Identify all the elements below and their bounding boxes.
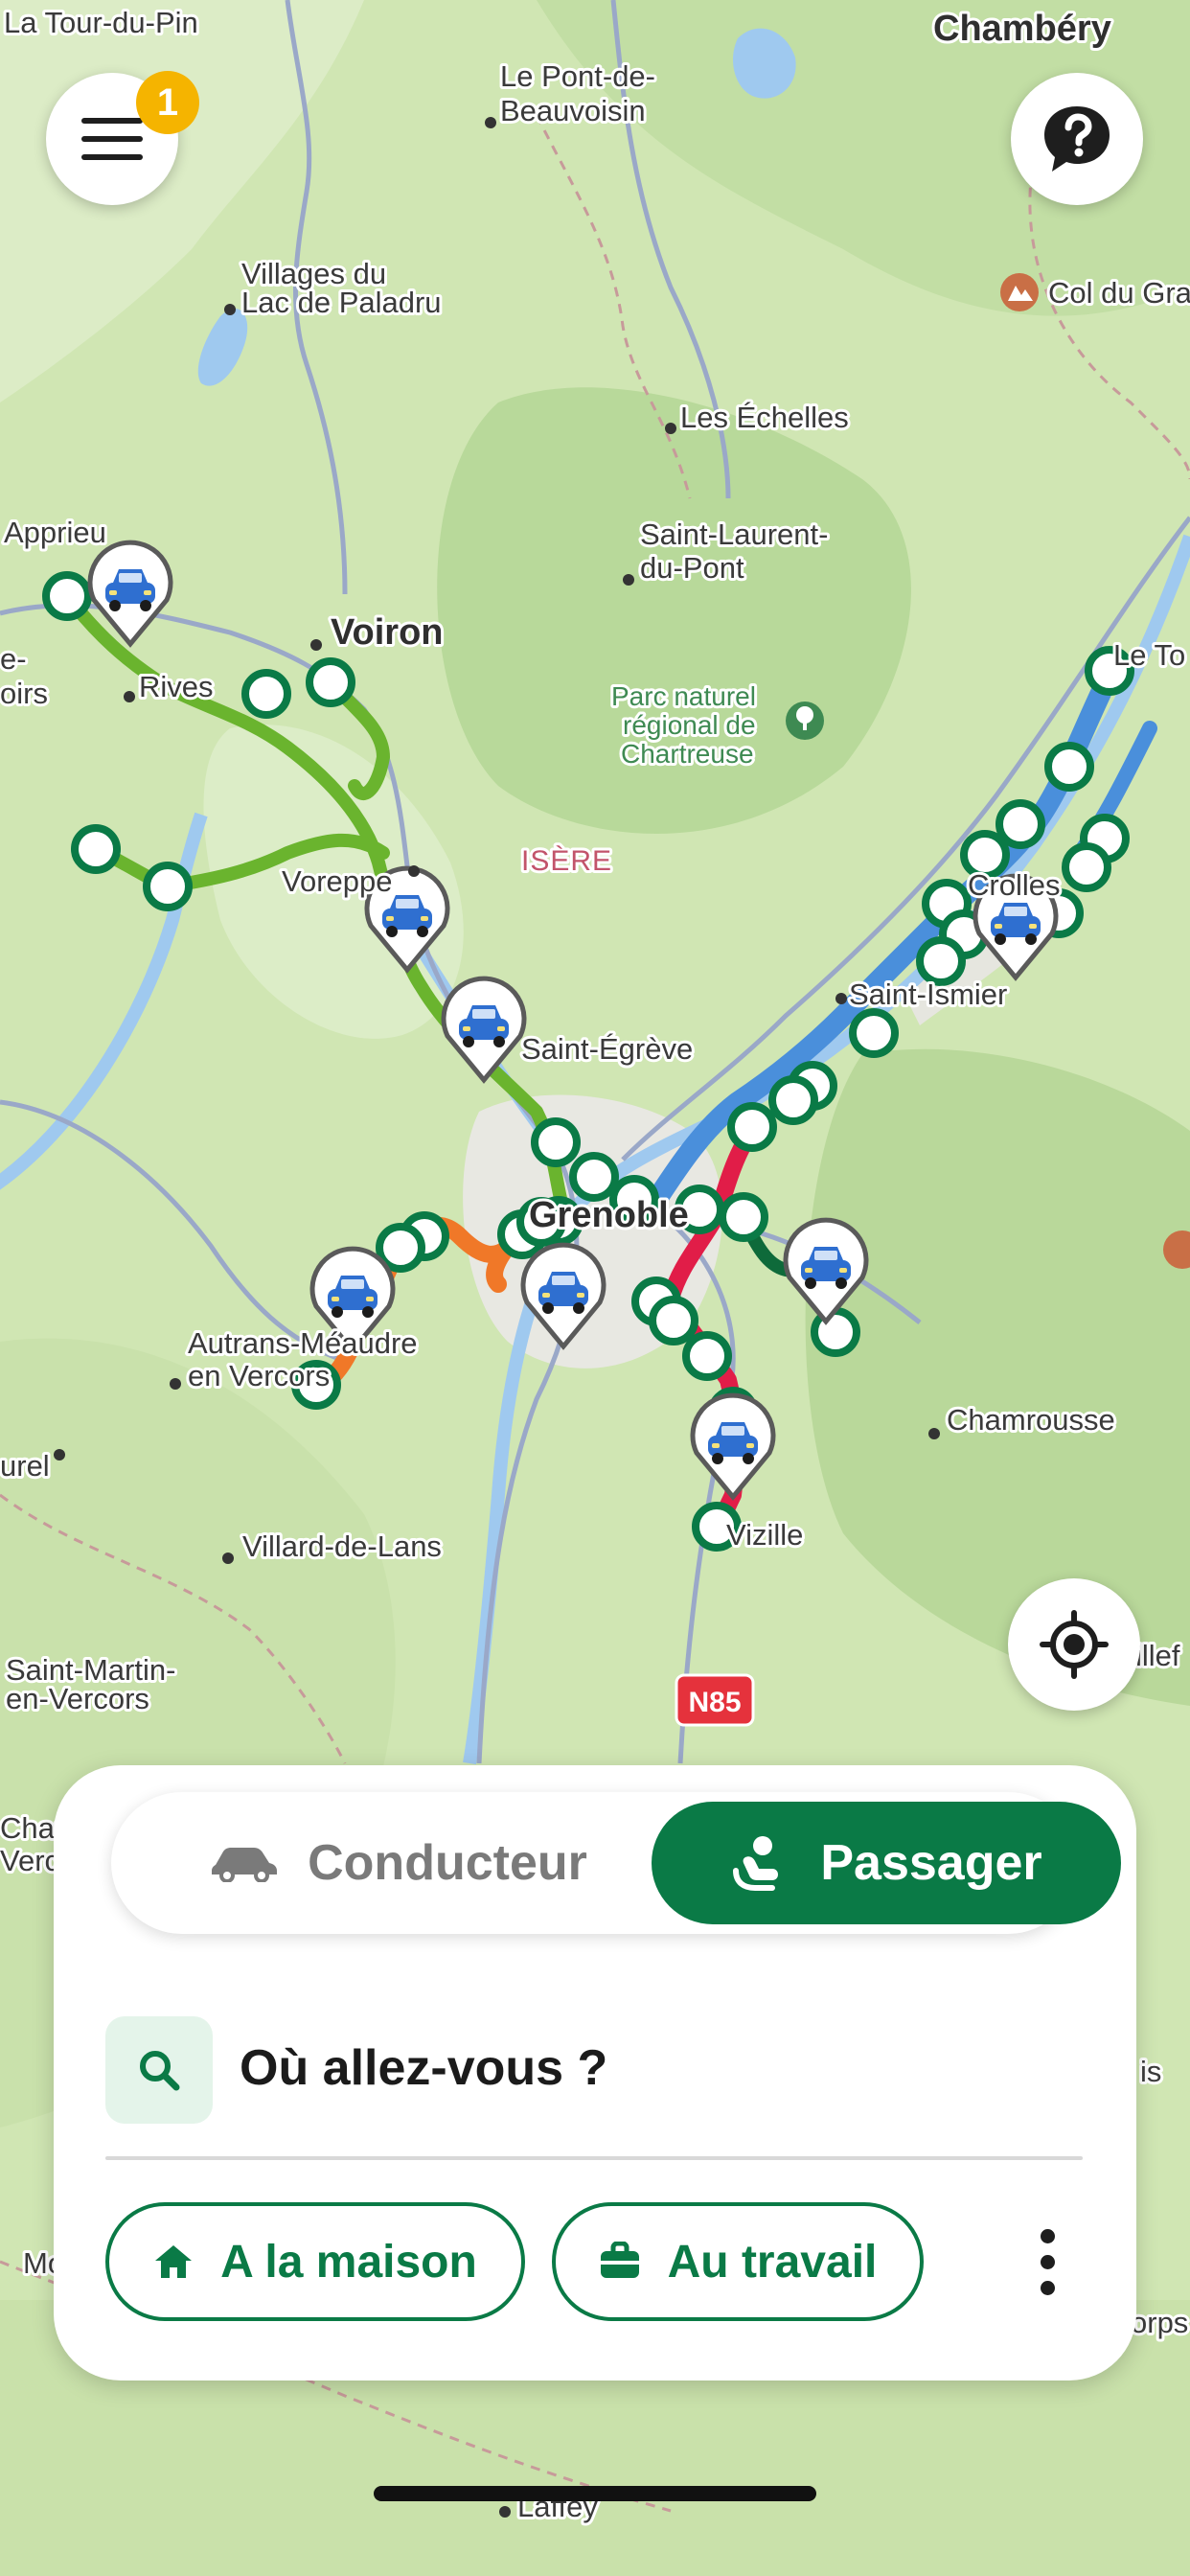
map-label: e- (0, 642, 27, 676)
stop-marker[interactable] (719, 1192, 768, 1242)
map-label: Col du Gra (1048, 276, 1190, 310)
more-dots-icon (1040, 2228, 1055, 2243)
road-shield-n85: N85 (675, 1673, 755, 1727)
search-icon-box (105, 2016, 213, 2124)
briefcase-icon (600, 2242, 639, 2278)
map-label: Verc (0, 1844, 59, 1877)
mode-toggle: Conducteur Passager (111, 1792, 1121, 1934)
passenger-seat-icon (733, 1836, 779, 1891)
map-label: Vizille (726, 1518, 803, 1552)
map-label: Autrans-Méaudre (188, 1326, 418, 1360)
stop-marker[interactable] (42, 571, 92, 621)
stop-marker[interactable] (649, 1296, 698, 1346)
map-label: Voiron (331, 612, 444, 653)
mode-passenger-label: Passager (820, 1835, 1042, 1891)
map-label: Rives (139, 670, 214, 703)
map-label: La Tour-du-Pin (4, 6, 198, 39)
stop-marker[interactable] (768, 1075, 818, 1125)
road-shield-label: N85 (688, 1687, 741, 1718)
map-label: Saint-Ismier (849, 978, 1007, 1011)
stop-marker[interactable] (682, 1331, 732, 1381)
mode-passenger-tab[interactable]: Passager (652, 1802, 1121, 1924)
stop-marker[interactable] (531, 1117, 581, 1167)
map-label: Les Échelles (680, 401, 849, 434)
crosshair-location-icon (1040, 1610, 1109, 1679)
more-dots-icon (1040, 2254, 1055, 2269)
map-label: Chambéry (933, 9, 1111, 49)
map-label: en Vercors (188, 1359, 330, 1392)
car-icon (212, 1848, 278, 1882)
map-label: ISÈRE (521, 845, 612, 877)
map-label: Beauvoisin (500, 94, 646, 127)
more-options-button[interactable] (1014, 2216, 1081, 2308)
map-label: illef (1135, 1639, 1180, 1672)
hamburger-menu-icon (81, 118, 143, 160)
divider (105, 2156, 1083, 2160)
stop-marker[interactable] (71, 824, 121, 874)
locate-me-button[interactable] (1008, 1578, 1140, 1711)
map-label: Le To (1113, 638, 1185, 672)
map-label: orps (1131, 2306, 1188, 2339)
stop-marker[interactable] (727, 1102, 777, 1152)
stop-marker[interactable] (1062, 842, 1111, 892)
stop-marker[interactable] (1044, 742, 1094, 792)
search-panel: Conducteur Passager Où allez-vous ? A la… (54, 1765, 1136, 2380)
shortcut-home-button[interactable]: A la maison (105, 2202, 525, 2321)
poi-mountain-icon (1000, 273, 1039, 311)
shortcut-work-button[interactable]: Au travail (552, 2202, 924, 2321)
stop-marker[interactable] (306, 657, 355, 707)
map-label: du-Pont (640, 551, 744, 585)
map-label: Voreppe (282, 864, 393, 898)
map-label: en-Vercors (6, 1682, 149, 1715)
help-button[interactable] (1011, 73, 1143, 205)
help-question-icon (1044, 106, 1110, 172)
more-dots-icon (1040, 2280, 1055, 2295)
home-icon (155, 2245, 193, 2278)
map-label: Saint-Égrève (521, 1032, 693, 1066)
mode-driver-tab[interactable]: Conducteur (149, 1802, 648, 1924)
map-label: oirs (0, 677, 48, 710)
map-label: Grenoble (529, 1195, 689, 1235)
map-label: Villard-de-Lans (242, 1530, 442, 1563)
map-label: Le Pont-de- (500, 59, 655, 93)
stop-marker[interactable] (241, 669, 291, 719)
map-label: Crolles (968, 868, 1060, 902)
map-label: Chamrousse (947, 1403, 1115, 1437)
stop-marker[interactable] (916, 936, 966, 986)
stop-marker[interactable] (995, 799, 1045, 849)
map-label: Chartreuse (621, 739, 754, 769)
map-label: Apprieu (4, 516, 106, 549)
map-label: Lac de Paladru (241, 286, 442, 319)
search-icon (140, 2051, 180, 2091)
stop-marker[interactable] (569, 1152, 619, 1202)
shortcut-work-label: Au travail (667, 2236, 878, 2288)
mode-driver-label: Conducteur (308, 1835, 587, 1891)
stop-marker[interactable] (849, 1008, 899, 1058)
map-label: Saint-Laurent- (640, 518, 828, 551)
map-label: régional de (623, 710, 756, 740)
stop-marker[interactable] (143, 862, 193, 911)
home-indicator (374, 2486, 816, 2501)
map-label: urel (0, 1449, 50, 1483)
search-placeholder: Où allez-vous ? (240, 2040, 608, 2096)
destination-search[interactable]: Où allez-vous ? (105, 2016, 1083, 2124)
map-label: is (1140, 2055, 1161, 2088)
map-label: Parc naturel (611, 681, 756, 711)
park-tree-icon (786, 702, 824, 740)
notification-badge: 1 (136, 71, 199, 134)
shortcut-home-label: A la maison (220, 2236, 477, 2288)
